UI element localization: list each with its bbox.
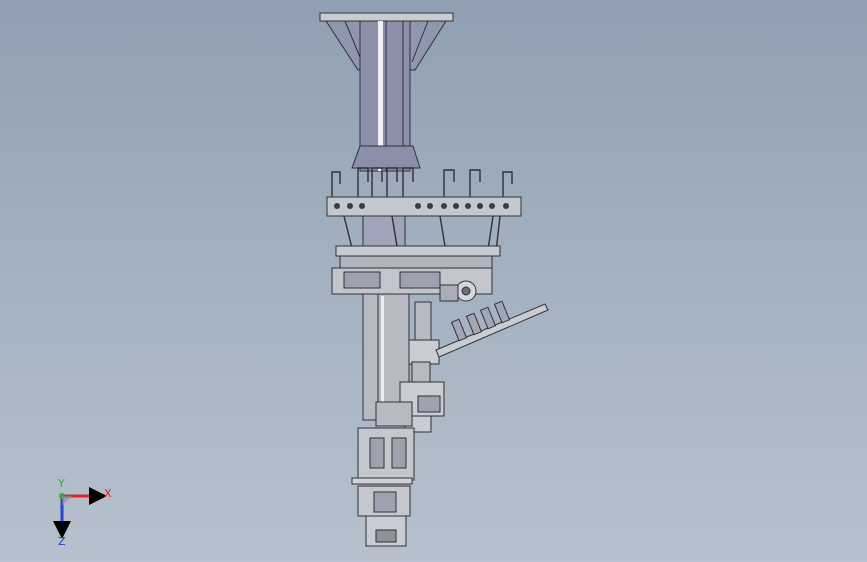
column-collar bbox=[351, 145, 421, 169]
lower-housing bbox=[351, 401, 415, 485]
coordinate-triad[interactable]: X Y Z bbox=[44, 478, 124, 550]
upper-gripper-frame bbox=[326, 167, 522, 217]
cad-viewport[interactable]: X Y Z bbox=[0, 0, 867, 562]
triad-axes bbox=[53, 487, 107, 539]
base-unit bbox=[357, 485, 411, 547]
angled-tool-arm bbox=[435, 300, 549, 358]
top-flange-plate bbox=[319, 12, 454, 22]
assembly-model[interactable] bbox=[0, 0, 867, 562]
lower-gripper-frame bbox=[331, 245, 501, 302]
x-axis-label: X bbox=[104, 487, 112, 500]
z-axis-label: Z bbox=[58, 535, 66, 548]
y-axis-label: Y bbox=[58, 477, 65, 490]
